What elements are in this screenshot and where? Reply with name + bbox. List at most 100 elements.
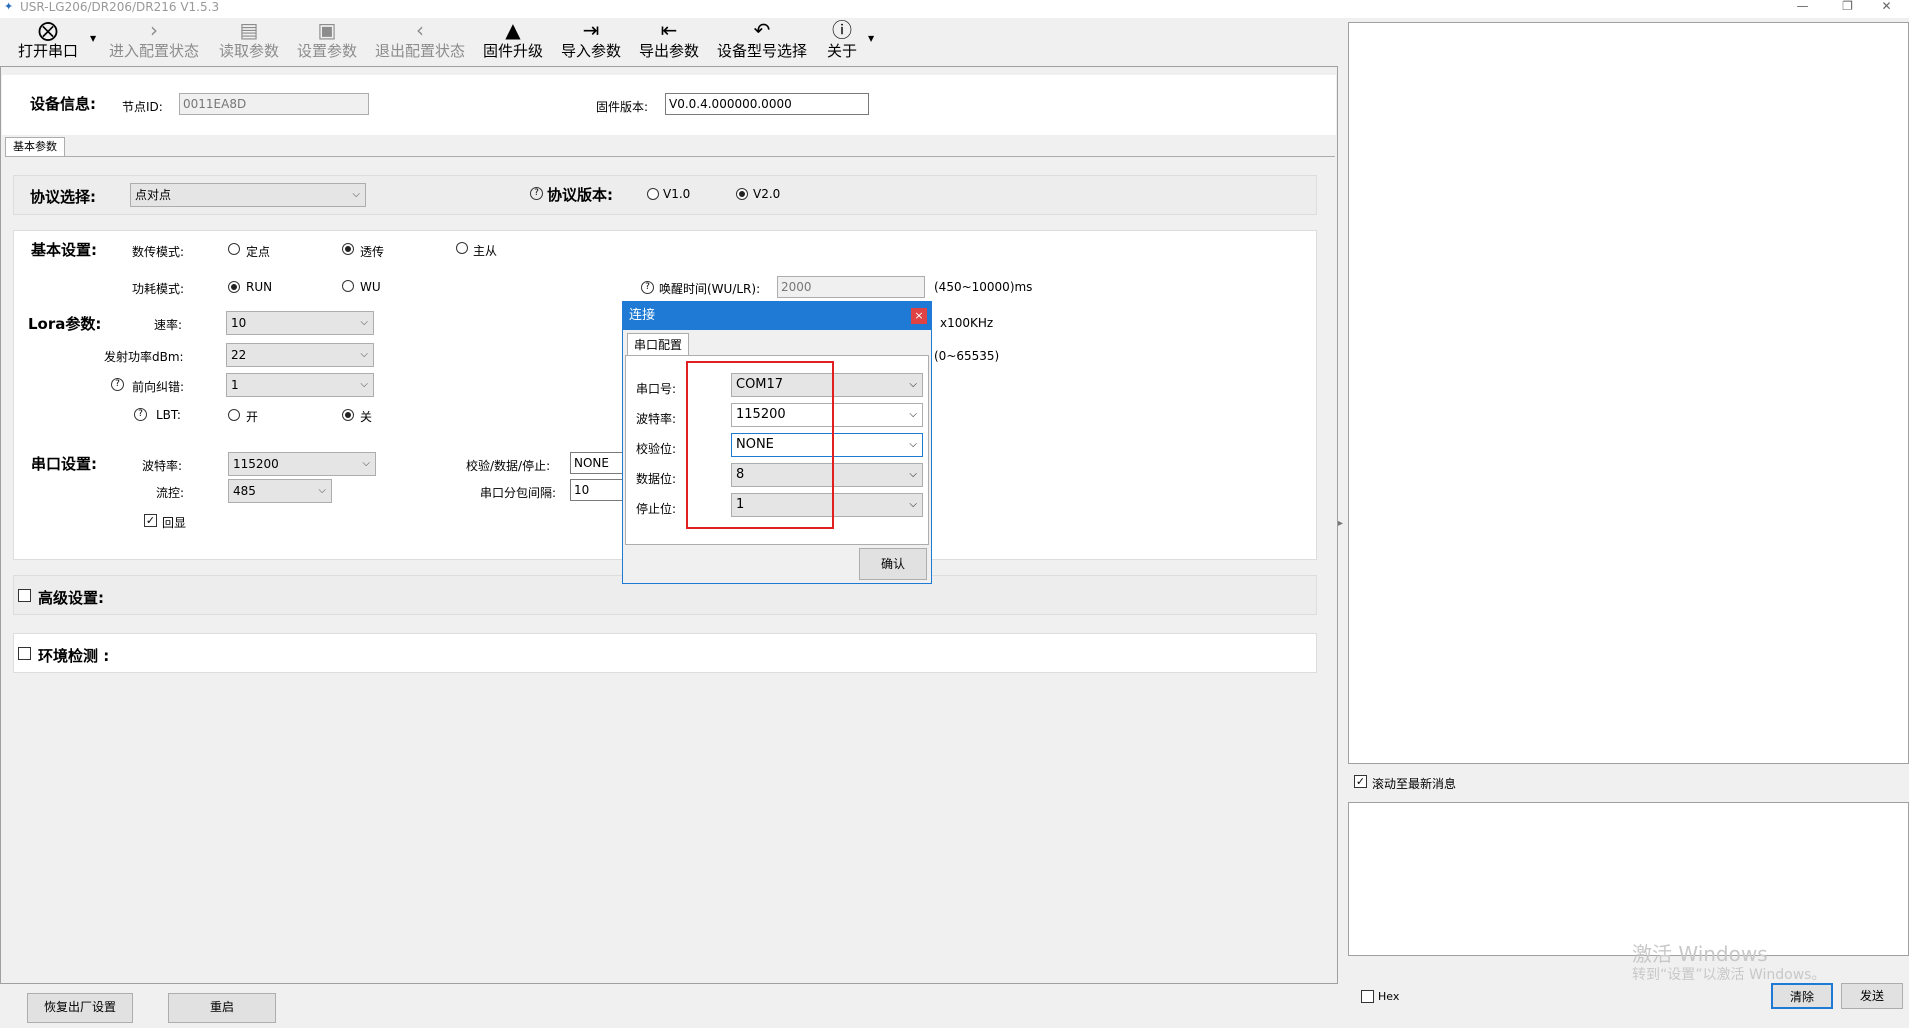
read-icon: ▤ — [239, 18, 259, 42]
power-wu-radio[interactable] — [342, 280, 354, 292]
exit-config-button[interactable]: ‹ 退出配置状态 — [370, 18, 470, 64]
close-icon[interactable]: × — [911, 308, 927, 324]
info-icon: ⓘ — [832, 18, 852, 42]
highlight-box — [686, 361, 834, 529]
enter-config-button[interactable]: › 进入配置状态 — [104, 18, 204, 64]
about-dropdown-icon[interactable]: ▼ — [868, 34, 874, 43]
lbt-off-radio[interactable] — [342, 409, 354, 421]
frequency-unit: x100KHz — [940, 316, 994, 330]
echo-checkbox[interactable]: ✓ — [144, 514, 157, 527]
environment-checkbox[interactable] — [18, 647, 31, 660]
interval-field[interactable]: 10 — [570, 479, 630, 501]
export-params-button[interactable]: ⇤ 导出参数 — [634, 18, 704, 64]
basic-settings-heading: 基本设置: — [31, 241, 97, 259]
node-id-label: 节点ID: — [122, 100, 163, 114]
rate-select[interactable]: 10 ⌵ — [226, 311, 374, 335]
import-params-button[interactable]: ⇥ 导入参数 — [556, 18, 626, 64]
app-icon: ✦ — [4, 0, 14, 13]
environment-section: 环境检测 : — [13, 633, 1317, 673]
export-icon: ⇤ — [660, 18, 678, 42]
stop-bits-label: 停止位: — [636, 502, 677, 516]
factory-reset-button[interactable]: 恢复出厂设置 — [27, 993, 133, 1023]
set-params-button[interactable]: ▣ 设置参数 — [292, 18, 362, 64]
import-icon: ⇥ — [582, 18, 600, 42]
parity-field[interactable]: NONE — [570, 452, 630, 474]
wake-time-field[interactable]: 2000 — [777, 276, 925, 298]
chevron-down-icon: ⌵ — [909, 499, 917, 510]
node-id-field[interactable]: 0011EA8D — [179, 93, 369, 115]
mode-transparent-radio[interactable] — [342, 243, 354, 255]
mode-master-slave-label: 主从 — [473, 244, 498, 258]
firmware-label: 固件版本: — [596, 100, 649, 114]
chevron-right-icon: › — [150, 18, 158, 42]
port-label: 串口号: — [636, 382, 677, 396]
title-bar: ✦ USR-LG206/DR206/DR216 V1.5.3 — ❐ ✕ — [0, 0, 1909, 18]
help-icon[interactable]: ? — [134, 408, 147, 421]
read-params-button[interactable]: ▤ 读取参数 — [214, 18, 284, 64]
device-info-section: 设备信息: 节点ID: 0011EA8D 固件版本: V0.0.4.000000… — [2, 75, 1336, 135]
scroll-latest-label: 滚动至最新消息 — [1372, 777, 1457, 791]
minimize-button[interactable]: — — [1780, 0, 1825, 18]
open-port-button[interactable]: ⨂ 打开串口 — [12, 18, 84, 64]
toolbar: ⨂ 打开串口 ▼ › 进入配置状态 ▤ 读取参数 ▣ 设置参数 ‹ 退出配置状态… — [0, 18, 1340, 66]
save-icon: ▣ — [317, 18, 337, 42]
dialog-parity-label: 校验位: — [636, 442, 677, 456]
parity-label: 校验/数据/停止: — [466, 459, 551, 473]
protocol-v2-label: V2.0 — [753, 187, 781, 201]
clear-button[interactable]: 清除 — [1771, 983, 1833, 1009]
power-mode-label: 功耗模式: — [132, 282, 185, 296]
fec-select[interactable]: 1 ⌵ — [226, 373, 374, 397]
firmware-upgrade-button[interactable]: ▲ 固件升级 — [478, 18, 548, 64]
power-run-label: RUN — [246, 280, 273, 294]
environment-heading: 环境检测 : — [38, 647, 110, 665]
close-window-button[interactable]: ✕ — [1864, 0, 1909, 18]
chevron-down-icon: ⌵ — [360, 317, 368, 328]
dialog-title: 连接 — [623, 302, 931, 330]
power-run-radio[interactable] — [228, 281, 240, 293]
chevron-left-icon: ‹ — [416, 18, 424, 42]
collapse-arrow-icon[interactable]: ▸ — [1338, 518, 1343, 529]
restart-button[interactable]: 重启 — [168, 993, 276, 1023]
send-input-area[interactable] — [1348, 802, 1909, 956]
power-wu-label: WU — [360, 280, 381, 294]
tx-power-select[interactable]: 22 ⌵ — [226, 343, 374, 367]
help-icon[interactable]: ? — [530, 187, 543, 200]
tab-divider — [5, 156, 1335, 157]
hex-checkbox[interactable] — [1361, 990, 1374, 1003]
help-icon[interactable]: ? — [111, 378, 124, 391]
help-icon[interactable]: ? — [641, 281, 654, 294]
flow-control-select[interactable]: 485 ⌵ — [228, 479, 332, 503]
chevron-down-icon: ⌵ — [909, 409, 917, 420]
wake-time-unit: (450~10000)ms — [934, 280, 1033, 294]
tab-serial-config[interactable]: 串口配置 — [627, 333, 689, 355]
mode-fixed-label: 定点 — [246, 245, 271, 259]
receive-panel[interactable] — [1348, 22, 1909, 764]
scroll-latest-checkbox[interactable]: ✓ — [1354, 775, 1367, 788]
echo-label: 回显 — [162, 516, 187, 530]
port-icon: ⨂ — [38, 18, 58, 42]
send-button[interactable]: 发送 — [1841, 983, 1903, 1009]
serial-baud-select[interactable]: 115200 ⌵ — [228, 452, 376, 476]
interval-label: 串口分包间隔: — [480, 486, 557, 500]
chevron-down-icon: ⌵ — [360, 379, 368, 390]
about-button[interactable]: ⓘ 关于 — [820, 18, 864, 64]
lbt-on-label: 开 — [246, 410, 259, 424]
data-bits-label: 数据位: — [636, 472, 677, 486]
protocol-select[interactable]: 点对点 ⌵ — [130, 183, 366, 207]
rate-label: 速率: — [154, 318, 183, 332]
splitter-handle[interactable]: ▸ — [1338, 480, 1348, 570]
chevron-down-icon: ⌵ — [362, 458, 370, 469]
lbt-on-radio[interactable] — [228, 409, 240, 421]
open-port-dropdown-icon[interactable]: ▼ — [90, 34, 96, 43]
protocol-v2-radio[interactable] — [736, 188, 748, 200]
tab-basic-params[interactable]: 基本参数 — [5, 137, 65, 157]
chevron-down-icon: ⌵ — [352, 189, 360, 200]
wake-time-label: 唤醒时间(WU/LR): — [659, 282, 761, 296]
protocol-v1-radio[interactable] — [647, 188, 659, 200]
device-model-button[interactable]: ↶ 设备型号选择 — [712, 18, 812, 64]
firmware-field[interactable]: V0.0.4.000000.0000 — [665, 93, 869, 115]
confirm-button[interactable]: 确认 — [859, 548, 927, 580]
mode-master-slave-radio[interactable] — [456, 242, 468, 254]
mode-fixed-radio[interactable] — [228, 243, 240, 255]
advanced-checkbox[interactable] — [18, 589, 31, 602]
